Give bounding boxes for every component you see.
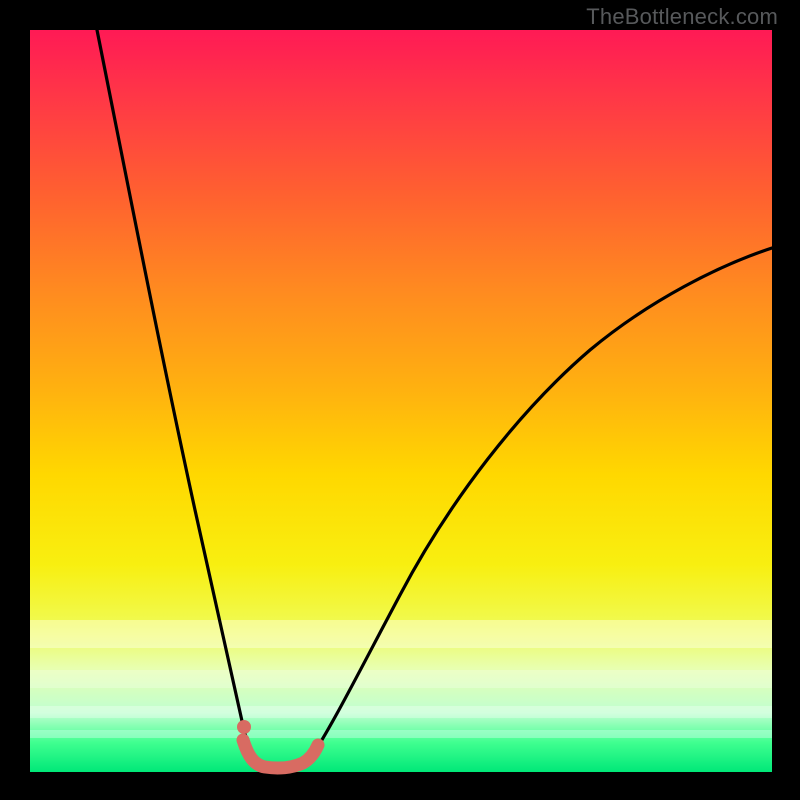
curve-right [308, 248, 772, 762]
chart-frame: TheBottleneck.com [0, 0, 800, 800]
curve-left [97, 30, 255, 762]
watermark-text: TheBottleneck.com [586, 4, 778, 30]
chart-svg [30, 30, 772, 772]
curve-valley-highlight [243, 740, 318, 768]
plot-area [30, 30, 772, 772]
valley-dot [237, 720, 251, 734]
